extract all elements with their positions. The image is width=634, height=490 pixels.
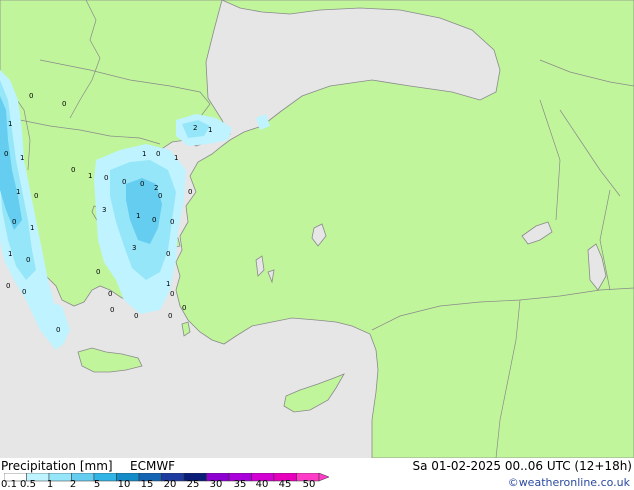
- station-value: 0: [152, 216, 156, 224]
- legend-tick: 5: [93, 479, 101, 490]
- station-value: 0: [158, 192, 162, 200]
- station-value: 0: [140, 180, 144, 188]
- legend-tick: 25: [186, 479, 200, 490]
- station-value: 0: [29, 92, 33, 100]
- station-value: 1: [208, 126, 212, 134]
- station-value: 0: [188, 188, 192, 196]
- station-value: 1: [20, 154, 24, 162]
- legend-tick: 2: [69, 479, 77, 490]
- station-value: 0: [12, 218, 16, 226]
- map-title: Precipitation [mm]: [1, 459, 113, 473]
- legend-tick: 0.1: [1, 479, 17, 490]
- station-value: 1: [88, 172, 92, 180]
- station-value: 0: [156, 150, 160, 158]
- legend-tick: 0.5: [20, 479, 36, 490]
- legend-tick: 50: [302, 479, 316, 490]
- station-value: 1: [142, 150, 146, 158]
- valid-datetime: Sa 01-02-2025 00..06 UTC (12+18h): [412, 459, 633, 473]
- legend-tick: 45: [278, 479, 292, 490]
- model-name: ECMWF: [130, 459, 176, 473]
- station-value: 0: [26, 256, 30, 264]
- station-value: 0: [134, 312, 138, 320]
- station-value: 0: [122, 178, 126, 186]
- station-value: 0: [168, 312, 172, 320]
- legend-tick: 35: [233, 479, 247, 490]
- precipitation-map-screen: 0010101000101210102013000110300100000000…: [0, 0, 634, 490]
- legend-tick: 40: [255, 479, 269, 490]
- station-value: 0: [96, 268, 100, 276]
- legend-tick: 20: [163, 479, 177, 490]
- station-value: 0: [34, 192, 38, 200]
- station-value: 2: [154, 184, 158, 192]
- legend-tick: 30: [209, 479, 223, 490]
- station-value: 1: [8, 250, 12, 258]
- station-value: 0: [62, 100, 66, 108]
- legend-tick: 15: [140, 479, 154, 490]
- station-value: 1: [30, 224, 34, 232]
- legend-tick: 10: [117, 479, 131, 490]
- station-value: 0: [6, 282, 10, 290]
- station-value: 3: [132, 244, 136, 252]
- station-value: 0: [170, 218, 174, 226]
- station-value: 0: [110, 306, 114, 314]
- station-value: 0: [56, 326, 60, 334]
- station-value: 0: [71, 166, 75, 174]
- station-value: 0: [182, 304, 186, 312]
- station-value: 0: [22, 288, 26, 296]
- station-value: 3: [102, 206, 106, 214]
- legend-arrow: [318, 473, 330, 482]
- station-value: 1: [136, 212, 140, 220]
- map-canvas: 0010 101 0 0 01 0 12 101 020130 00110300100 0 000 00…: [0, 0, 634, 458]
- station-value: 0: [104, 174, 108, 182]
- station-value: 0: [166, 250, 170, 258]
- credit-link[interactable]: ©weatheronline.co.uk: [508, 476, 630, 490]
- station-value: 0: [108, 290, 112, 298]
- station-value: 1: [16, 188, 20, 196]
- station-value: 0: [170, 290, 174, 298]
- station-value: 0: [4, 150, 8, 158]
- station-value: 1: [166, 280, 170, 288]
- station-value: 1: [174, 154, 178, 162]
- station-value: 2: [193, 124, 197, 132]
- station-value: 1: [8, 120, 12, 128]
- legend-tick: 1: [46, 479, 54, 490]
